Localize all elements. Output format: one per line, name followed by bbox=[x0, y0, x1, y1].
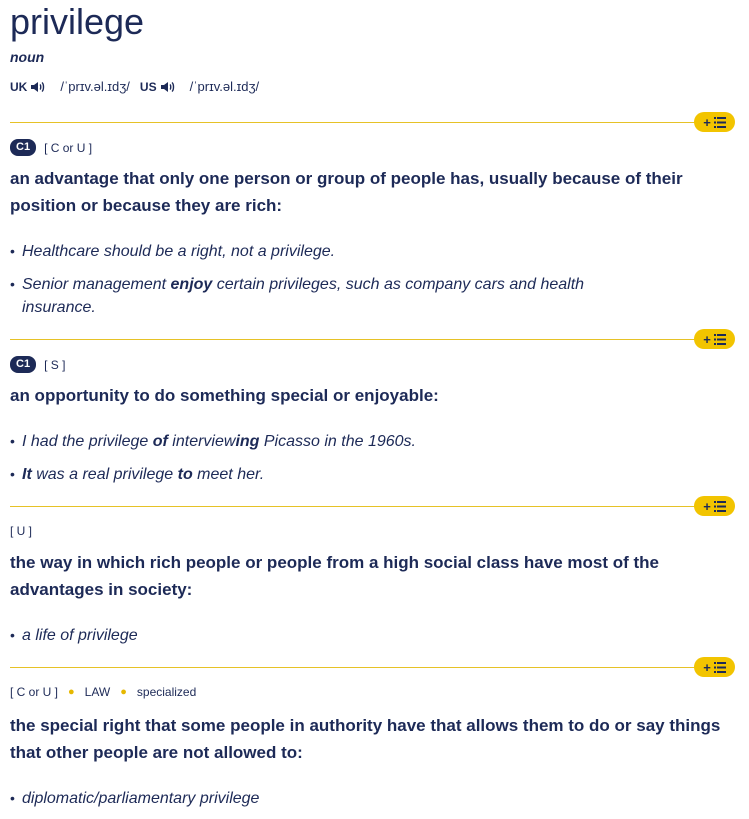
region-label-uk: UK bbox=[10, 79, 28, 94]
example-text: I had the privilege bbox=[22, 433, 153, 450]
plus-icon: + bbox=[703, 331, 711, 347]
example-highlight: ing bbox=[235, 433, 260, 450]
divider-line bbox=[10, 667, 700, 668]
definition: the special right that some people in au… bbox=[10, 716, 721, 762]
list-icon bbox=[713, 500, 726, 512]
example-text: Senior management bbox=[22, 276, 171, 293]
bullet: • bbox=[10, 466, 15, 482]
grammar-code: [ U ] bbox=[10, 524, 33, 538]
plus-icon: + bbox=[703, 659, 711, 675]
example-text: a life of privilege bbox=[22, 627, 138, 644]
part-of-speech: noun bbox=[10, 49, 45, 65]
sense-info: [ C or U ] ● LAW ● specialized bbox=[10, 685, 196, 699]
divider-line bbox=[10, 339, 700, 340]
example-text: Healthcare should be a right, not a priv… bbox=[22, 243, 336, 260]
definition: the way in which rich people or people f… bbox=[10, 553, 659, 599]
example-text: meet her. bbox=[192, 466, 265, 483]
sense-divider: + bbox=[10, 496, 735, 516]
bullet: • bbox=[10, 790, 15, 806]
bullet: • bbox=[10, 243, 15, 259]
separator-dot: ● bbox=[120, 686, 127, 698]
example-text: interview bbox=[167, 433, 236, 450]
speaker-icon[interactable] bbox=[160, 80, 176, 94]
level-badge: C1 bbox=[10, 356, 37, 373]
example-text: Picasso in the 1960s. bbox=[259, 433, 416, 450]
speaker-icon[interactable] bbox=[30, 80, 46, 94]
definition: an advantage that only one person or gro… bbox=[10, 169, 683, 215]
add-to-list-button[interactable]: + bbox=[694, 329, 735, 349]
grammar-code: [ C or U ] bbox=[44, 140, 93, 155]
example-text: diplomatic/parliamentary privilege bbox=[22, 790, 260, 807]
example-text: was a real privilege bbox=[31, 466, 178, 483]
sense-divider: + bbox=[10, 329, 735, 349]
add-to-list-button[interactable]: + bbox=[694, 496, 735, 516]
divider-line bbox=[10, 506, 700, 507]
domain-label: LAW bbox=[84, 685, 111, 699]
ipa-uk: /ˈprɪv.əl.ɪdʒ/ bbox=[60, 79, 130, 94]
grammar-code: [ C or U ] bbox=[10, 685, 59, 699]
grammar-code: [ S ] bbox=[44, 357, 66, 372]
sense-divider: + bbox=[10, 112, 735, 132]
plus-icon: + bbox=[703, 498, 711, 514]
example-highlight: to bbox=[177, 466, 193, 483]
example-sentence: • It was a real privilege to meet her. bbox=[10, 463, 662, 486]
add-to-list-button[interactable]: + bbox=[694, 112, 735, 132]
example-highlight: of bbox=[152, 433, 168, 450]
headword: privilege bbox=[10, 1, 145, 42]
add-to-list-button[interactable]: + bbox=[694, 657, 735, 677]
sense-divider: + bbox=[10, 657, 735, 677]
example-highlight: It bbox=[22, 466, 32, 483]
sense-info: C1 [ S ] bbox=[10, 356, 65, 373]
sense-info: [ U ] bbox=[10, 524, 32, 538]
bullet: • bbox=[10, 433, 15, 449]
example-sentence: • Healthcare should be a right, not a pri… bbox=[10, 240, 662, 263]
example-sentence: • a life of privilege bbox=[10, 624, 662, 647]
list-icon bbox=[713, 661, 726, 673]
register-label: specialized bbox=[136, 685, 197, 699]
example-sentence: • I had the privilege of interviewing Pic… bbox=[10, 430, 662, 453]
pronunciation-row: UK /ˈprɪv.əl.ɪdʒ/ US /ˈprɪv.əl.ɪdʒ/ bbox=[10, 79, 269, 94]
bullet: • bbox=[10, 627, 15, 643]
separator-dot: ● bbox=[68, 686, 75, 698]
level-badge: C1 bbox=[10, 139, 37, 156]
list-icon bbox=[713, 116, 726, 128]
definition: an opportunity to do something special o… bbox=[10, 386, 439, 405]
region-label-us: US bbox=[139, 79, 157, 94]
list-icon bbox=[713, 333, 726, 345]
bullet: • bbox=[10, 276, 15, 292]
example-sentence: • diplomatic/parliamentary privilege bbox=[10, 787, 662, 810]
plus-icon: + bbox=[703, 114, 711, 130]
sense-info: C1 [ C or U ] bbox=[10, 139, 92, 156]
example-highlight: enjoy bbox=[170, 276, 213, 293]
divider-line bbox=[10, 122, 700, 123]
example-sentence: • Senior management enjoy certain privile… bbox=[10, 273, 662, 319]
ipa-us: /ˈprɪv.əl.ɪdʒ/ bbox=[189, 79, 260, 94]
